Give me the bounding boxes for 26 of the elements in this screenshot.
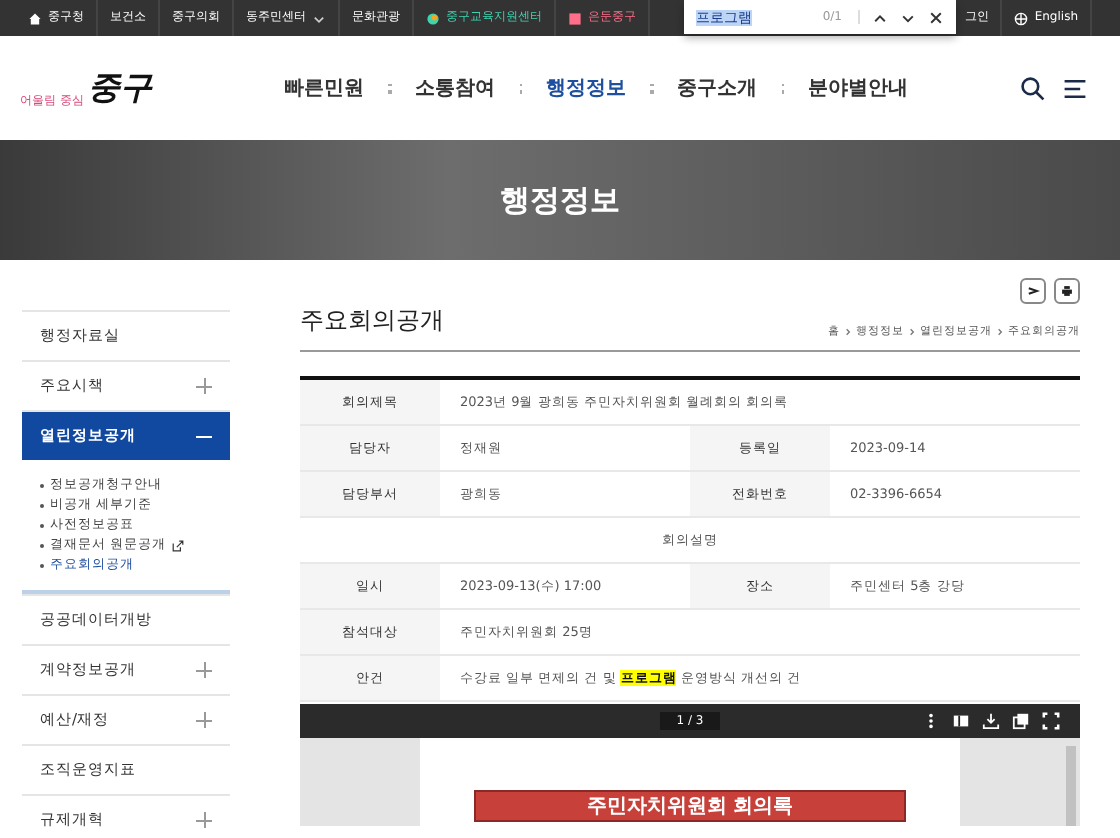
menu-icon[interactable] [1062, 75, 1088, 101]
banner-title: 행정정보 [500, 181, 620, 219]
close-icon[interactable] [928, 9, 944, 25]
chevron-icon [996, 327, 1004, 335]
search-icon[interactable] [1020, 75, 1046, 101]
sidebar-toggle-icon[interactable] [952, 712, 970, 730]
nav-tab[interactable]: 중구소개 [677, 74, 757, 102]
nav-tab[interactable]: 빠른민원 [284, 74, 364, 102]
share-icon [1026, 284, 1040, 298]
fullscreen-icon[interactable] [1042, 712, 1060, 730]
print-button[interactable] [1054, 278, 1080, 304]
chevron-icon [844, 327, 852, 335]
globe-icon [1014, 11, 1029, 25]
home-icon [28, 11, 42, 25]
printer-icon [1060, 284, 1074, 298]
copy-icon[interactable] [1012, 712, 1030, 730]
nav-tab[interactable]: 소통참여 [415, 74, 495, 102]
share-button[interactable] [1020, 278, 1046, 304]
nav-tab[interactable]: 행정정보 [546, 74, 626, 102]
download-icon[interactable] [982, 712, 1000, 730]
document-heading: 주민자치위원회 회의록 [474, 790, 906, 822]
chevron-icon [312, 11, 326, 25]
nav-tab[interactable]: 분야별안내 [808, 74, 908, 102]
scrollbar[interactable] [1066, 746, 1076, 826]
chevron-icon [908, 327, 916, 335]
page-title: 주요회의공개 [300, 304, 444, 338]
